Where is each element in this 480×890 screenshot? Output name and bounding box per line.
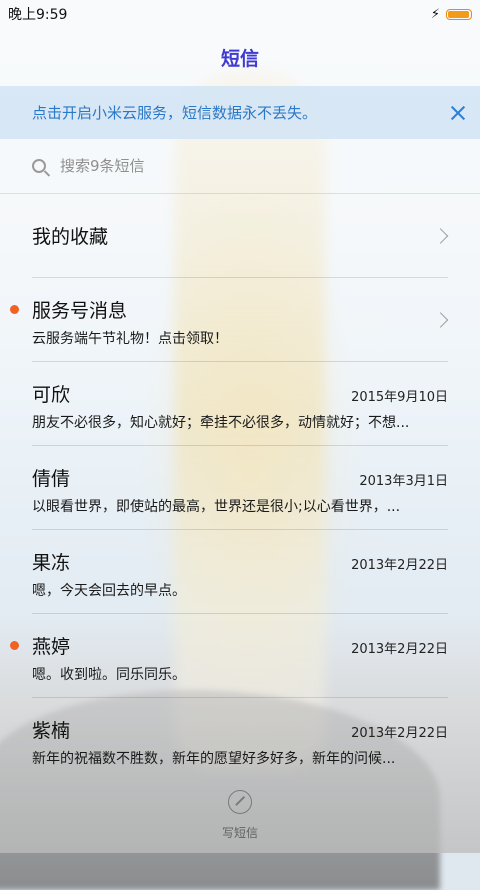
conversation-item[interactable]: 倩倩 2013年3月1日 以眼看世界，即使站的最高，世界还是很小;以心看世界，.… [32, 446, 448, 530]
search-input[interactable] [58, 156, 442, 176]
message-preview: 新年的祝福数不胜数，新年的愿望好多好多，新年的问候... [32, 751, 396, 767]
status-icons: ⚡ [431, 8, 472, 21]
message-preview: 嗯。收到啦。同乐同乐。 [32, 667, 186, 683]
conversation-item[interactable]: 紫楠 2013年2月22日 新年的祝福数不胜数，新年的愿望好多好多，新年的问候.… [32, 698, 448, 782]
battery-fill [448, 10, 469, 18]
contact-name: 紫楠 [32, 720, 71, 742]
page-title: 短信 [220, 47, 259, 70]
message-date: 2013年2月22日 [351, 558, 448, 573]
row-header: 紫楠 2013年2月22日 [32, 716, 448, 743]
message-preview: 嗯，今天会回去的早点。 [32, 583, 186, 599]
favorites-label: 我的收藏 [32, 226, 109, 248]
row-header: 果冻 2013年2月22日 [32, 548, 448, 575]
row-header: 可欣 2015年9月10日 [32, 380, 448, 407]
cloud-banner-text[interactable]: 点击开启小米云服务，短信数据永不丢失。 [32, 102, 317, 123]
row-header: 服务号消息 [32, 296, 448, 323]
favorites-item[interactable]: 我的收藏 [32, 194, 449, 278]
conversation-item[interactable]: 燕婷 2013年2月22日 嗯。收到啦。同乐同乐。 [10, 614, 448, 698]
contact-name: 倩倩 [32, 468, 71, 490]
message-date: 2013年2月22日 [351, 726, 448, 741]
row-header: 倩倩 2013年3月1日 [32, 464, 448, 491]
contact-name: 燕婷 [32, 636, 71, 658]
messages-screen: 晚上9:59 ⚡ 短信 点击开启小米云服务，短信数据永不丢失。 我的收藏 服务号… [0, 0, 480, 853]
unread-dot [10, 641, 19, 650]
title-bar: 短信 [0, 28, 480, 86]
cloud-service-banner[interactable]: 点击开启小米云服务，短信数据永不丢失。 [0, 86, 480, 139]
search-icon [32, 159, 46, 173]
message-date: 2015年9月10日 [351, 390, 448, 405]
unread-dot [10, 305, 19, 314]
conversation-item[interactable]: 可欣 2015年9月10日 朋友不必很多，知心就好；牵挂不必很多，动情就好；不想… [32, 362, 448, 446]
service-messages-item[interactable]: 服务号消息 云服务端午节礼物！点击领取！ [10, 278, 449, 362]
chevron-right-icon [432, 227, 449, 244]
search-bar[interactable] [0, 139, 480, 194]
compose-label[interactable]: 写短信 [222, 824, 258, 841]
service-messages-preview: 云服务端午节礼物！点击领取！ [32, 331, 228, 347]
battery-icon [446, 8, 472, 20]
status-time: 晚上9:59 [8, 7, 68, 23]
close-icon[interactable] [450, 105, 466, 121]
message-preview: 以眼看世界，即使站的最高，世界还是很小;以心看世界，... [32, 499, 401, 515]
message-date: 2013年3月1日 [359, 474, 448, 489]
charging-icon: ⚡ [430, 6, 440, 22]
row-header: 燕婷 2013年2月22日 [32, 632, 448, 659]
status-bar: 晚上9:59 ⚡ [0, 0, 480, 28]
contact-name: 果冻 [32, 552, 71, 574]
conversation-list: 我的收藏 服务号消息 云服务端午节礼物！点击领取！ 可欣 2015年9月10日 … [0, 194, 480, 782]
conversation-item[interactable]: 果冻 2013年2月22日 嗯，今天会回去的早点。 [32, 530, 448, 614]
contact-name: 可欣 [32, 384, 71, 406]
compose-button[interactable]: 写短信 [0, 790, 480, 841]
message-date: 2013年2月22日 [351, 642, 448, 657]
compose-icon[interactable] [228, 790, 252, 814]
message-preview: 朋友不必很多，知心就好；牵挂不必很多，动情就好；不想... [32, 415, 410, 431]
service-messages-name: 服务号消息 [32, 300, 128, 322]
